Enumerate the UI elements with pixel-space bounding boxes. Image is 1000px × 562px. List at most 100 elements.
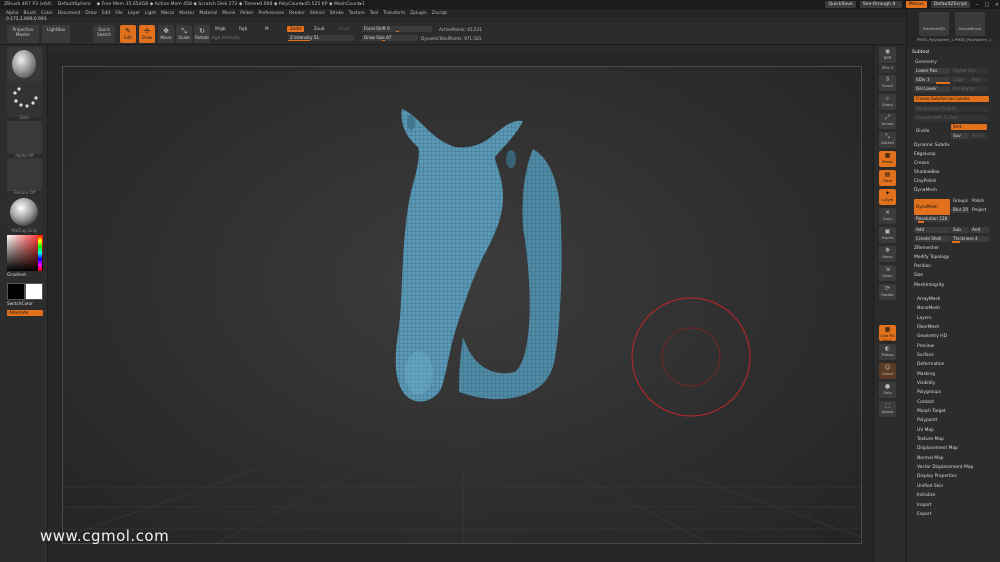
- main-color-swatch[interactable]: [7, 283, 25, 300]
- brush-thumbnail[interactable]: [7, 47, 42, 83]
- modify-topology-section[interactable]: Modify Topology: [914, 255, 949, 260]
- zadd-button[interactable]: Zadd: [287, 26, 304, 32]
- geometry-header[interactable]: Geometry: [915, 60, 937, 65]
- secondary-color-swatch[interactable]: [25, 283, 43, 300]
- z-intensity-slider[interactable]: Z Intensity 51: [288, 35, 354, 41]
- add-button[interactable]: Add: [914, 227, 950, 233]
- blur-slider[interactable]: Blur 20: [951, 207, 969, 213]
- maximize-icon[interactable]: □: [984, 2, 990, 8]
- tool-menu-visibility[interactable]: Visibility: [917, 381, 935, 386]
- quicksave-button[interactable]: QuickSave: [825, 1, 856, 8]
- rotate-view-button[interactable]: ⟳ Rotate: [879, 284, 896, 300]
- tool-menu-geometry-hd[interactable]: Geometry HD: [917, 334, 947, 339]
- reuv-button[interactable]: ReUV: [970, 133, 987, 139]
- tool-menu-displacement-map[interactable]: Displacement Map: [917, 446, 958, 451]
- gxyz-button[interactable]: ✕ Gxyz: [879, 208, 896, 224]
- freeze-subdivision-button[interactable]: Freeze Subdivision Levels: [914, 96, 989, 102]
- tool-menu-initialize[interactable]: Initialize: [917, 493, 935, 498]
- stroke-thumbnail[interactable]: [7, 81, 42, 117]
- menu-transform[interactable]: Transform: [383, 11, 405, 16]
- del-lower-button[interactable]: Del Lower: [914, 86, 950, 92]
- aahalf-button[interactable]: ⤡ AAHalf: [879, 132, 896, 148]
- menus-button[interactable]: Menus: [905, 1, 927, 8]
- projection-master-button[interactable]: Projection Master: [7, 25, 39, 43]
- reconstruct-subdiv-button[interactable]: Reconstruct Subdiv: [914, 106, 989, 112]
- claypolish-section[interactable]: ClayPolish: [914, 179, 936, 184]
- zscript-button[interactable]: DefaultZScript: [930, 1, 970, 8]
- menu-texture[interactable]: Texture: [349, 11, 365, 16]
- menu-stroke[interactable]: Stroke: [330, 11, 344, 16]
- menu-brush[interactable]: Brush: [23, 11, 36, 16]
- menu-movie[interactable]: Movie: [222, 11, 235, 16]
- dynamic-toggle[interactable]: Dynamic: [421, 36, 439, 41]
- rgb-intensity-slider[interactable]: Rgb Intensity: [212, 35, 240, 40]
- create-shell-button[interactable]: Create Shell: [914, 236, 950, 242]
- alpha-thumbnail[interactable]: [7, 121, 42, 154]
- move-view-button[interactable]: ✥ Move: [879, 246, 896, 262]
- edit-button[interactable]: ✎ Edit: [120, 25, 136, 43]
- divide-button[interactable]: Divide: [914, 128, 950, 134]
- gradient-label[interactable]: Gradient: [7, 273, 26, 278]
- material-thumbnail[interactable]: [7, 195, 42, 229]
- rgb-button[interactable]: Rgb: [236, 26, 250, 32]
- frame-button[interactable]: ▣ Frame: [879, 227, 896, 243]
- menu-tool[interactable]: Tool: [370, 11, 379, 16]
- scale-button[interactable]: ⤡ Scale: [176, 25, 192, 43]
- lower-res-button[interactable]: Lower Res: [914, 68, 950, 74]
- groups-toggle[interactable]: Groups: [951, 198, 969, 204]
- rotate-button[interactable]: ↻ Rotate: [194, 25, 210, 43]
- menu-render[interactable]: Render: [289, 11, 305, 16]
- bpr-button[interactable]: ◉ BPR: [879, 47, 896, 63]
- tool-menu-fibermesh[interactable]: FiberMesh: [917, 325, 939, 330]
- move-button[interactable]: ✥ Move: [158, 25, 174, 43]
- menu-light[interactable]: Light: [145, 11, 156, 16]
- persp-button[interactable]: ▦ Persp: [879, 151, 896, 167]
- focal-shift-slider[interactable]: Focal Shift 0: [362, 26, 432, 32]
- close-icon[interactable]: ×: [994, 2, 1000, 8]
- menu-zscript[interactable]: Zscript: [432, 11, 447, 16]
- switch-color-button[interactable]: SwitchColor: [7, 302, 33, 307]
- menu-alpha[interactable]: Alpha: [6, 11, 18, 16]
- meshintegrity-section[interactable]: MeshIntegrity: [914, 283, 944, 288]
- crease-section[interactable]: Crease: [914, 161, 929, 166]
- draw-button[interactable]: ✢ Draw: [139, 25, 155, 43]
- tool-menu-preview[interactable]: Preview: [917, 344, 934, 349]
- tool-menu-polypaint[interactable]: Polypaint: [917, 418, 937, 423]
- tool-menu-morph-target[interactable]: Morph Target: [917, 409, 946, 414]
- tool-menu-vector-displacement-map[interactable]: Vector Displacement Map: [917, 465, 973, 470]
- menu-picker[interactable]: Picker: [240, 11, 253, 16]
- dynamesh-section[interactable]: DynaMesh: [914, 188, 937, 193]
- tool-pm3d-1[interactable]: PM3D_PolySphere_1: [917, 38, 953, 42]
- tool-menu-deformation[interactable]: Deformation: [917, 362, 944, 367]
- rstr-button[interactable]: Rstr: [970, 77, 989, 83]
- actual-button[interactable]: ⤢ Actual: [879, 113, 896, 129]
- polyframe-button[interactable]: ▦ Line Fill PolyF: [879, 325, 896, 343]
- zoom-button[interactable]: ⌕ Zoom: [879, 94, 896, 110]
- scale-view-button[interactable]: ⇲ Scale: [879, 265, 896, 281]
- tool-menu-layers[interactable]: Layers: [917, 316, 932, 321]
- menu-color[interactable]: Color: [41, 11, 52, 16]
- solo-button[interactable]: ● Solo: [879, 382, 896, 398]
- transp-button[interactable]: ◐ Transp: [879, 344, 896, 360]
- position-section[interactable]: Position: [914, 264, 931, 269]
- menu-layer[interactable]: Layer: [128, 11, 140, 16]
- suv-toggle[interactable]: Suv: [951, 133, 969, 139]
- tool-menu-texture-map[interactable]: Texture Map: [917, 437, 944, 442]
- menu-zplugin[interactable]: Zplugin: [410, 11, 427, 16]
- tool-menu-uv-map[interactable]: UV Map: [917, 428, 934, 433]
- polish-toggle[interactable]: Polish: [970, 198, 989, 204]
- alternate-button[interactable]: Alternate: [7, 310, 43, 316]
- tool-polymesh3d[interactable]: PolyMesh3D: [919, 12, 949, 36]
- dynamesh-button[interactable]: DynaMesh: [914, 199, 950, 215]
- texture-thumbnail[interactable]: [7, 158, 42, 191]
- zsub-button[interactable]: Zsub: [311, 26, 327, 32]
- shadowbox-section[interactable]: ShadowBox: [914, 170, 940, 175]
- sub-button[interactable]: Sub: [951, 227, 969, 233]
- tool-menu-display-properties[interactable]: Display Properties: [917, 474, 957, 479]
- xpose-button[interactable]: ⬚ Xpose: [879, 401, 896, 417]
- tool-menu-masking[interactable]: Masking: [917, 372, 935, 377]
- edgeloop-section[interactable]: EdgeLoop: [914, 152, 936, 157]
- menu-preferences[interactable]: Preferences: [258, 11, 284, 16]
- cage-button[interactable]: Cage: [951, 77, 969, 83]
- zcut-button[interactable]: Zcut: [336, 26, 351, 32]
